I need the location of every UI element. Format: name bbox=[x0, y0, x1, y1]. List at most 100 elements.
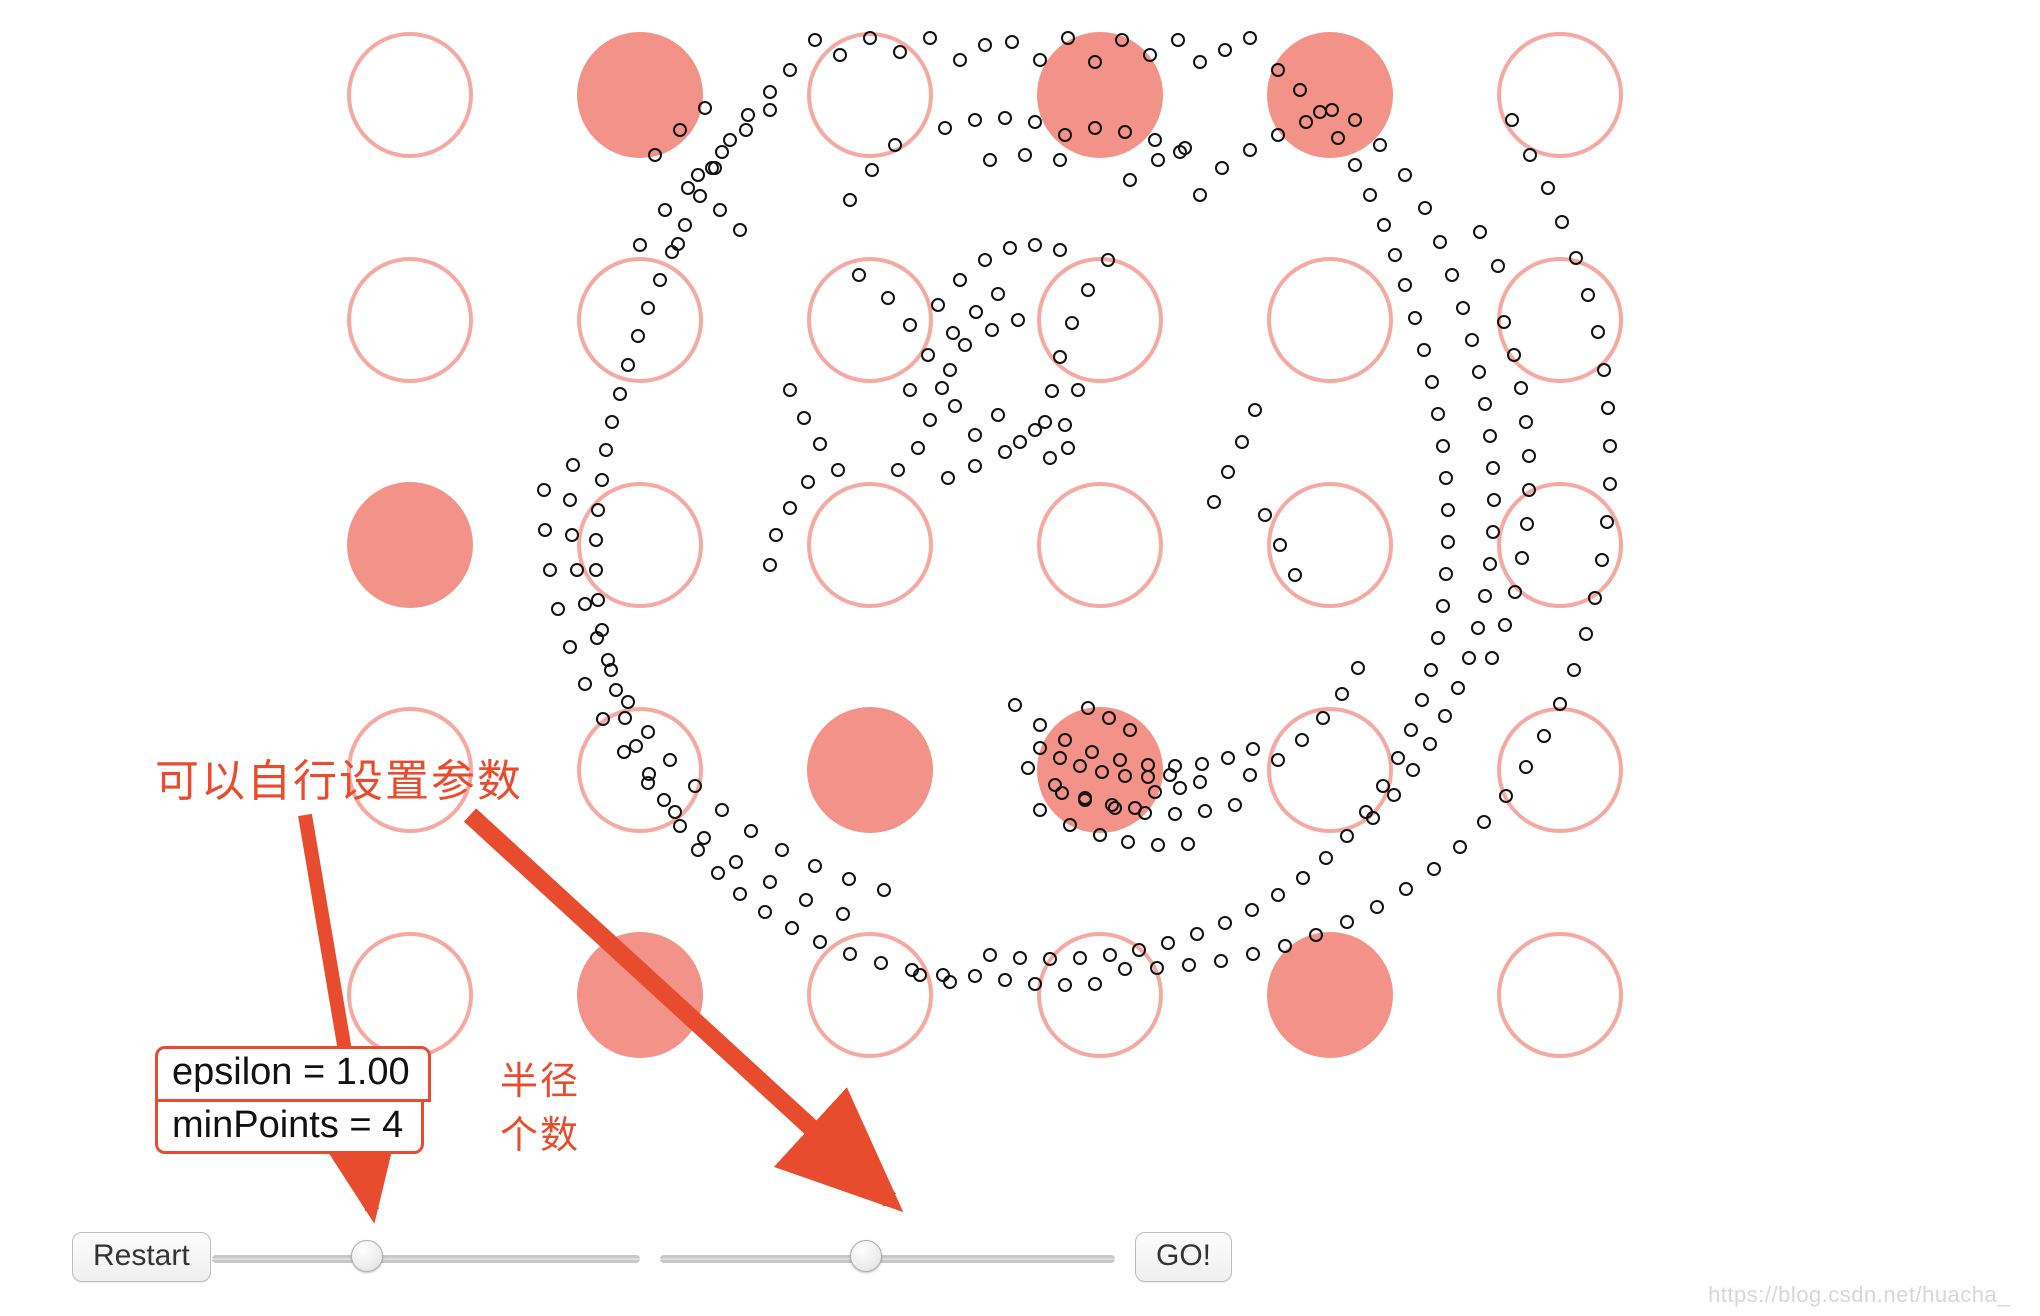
data-point bbox=[833, 48, 847, 62]
data-point bbox=[591, 593, 605, 607]
data-point bbox=[1508, 585, 1522, 599]
epsilon-slider[interactable] bbox=[212, 1248, 640, 1268]
data-point bbox=[978, 253, 992, 267]
data-point bbox=[1221, 751, 1235, 765]
eps-circle bbox=[1497, 32, 1623, 158]
data-point bbox=[1101, 253, 1115, 267]
data-point bbox=[1537, 729, 1551, 743]
data-point bbox=[691, 168, 705, 182]
data-point bbox=[1033, 718, 1047, 732]
minpoints-slider[interactable] bbox=[660, 1248, 1115, 1268]
data-point bbox=[978, 38, 992, 52]
data-point bbox=[1427, 862, 1441, 876]
data-point bbox=[1081, 283, 1095, 297]
data-point bbox=[1105, 798, 1119, 812]
slider-thumb[interactable] bbox=[351, 1240, 383, 1272]
data-point bbox=[1058, 978, 1072, 992]
data-point bbox=[1053, 751, 1067, 765]
data-point bbox=[913, 968, 927, 982]
data-point bbox=[1478, 589, 1492, 603]
go-button[interactable]: GO! bbox=[1135, 1232, 1232, 1282]
data-point bbox=[604, 663, 618, 677]
data-point bbox=[1228, 798, 1242, 812]
data-point bbox=[1441, 503, 1455, 517]
data-point bbox=[705, 161, 719, 175]
data-point bbox=[1478, 397, 1492, 411]
data-point bbox=[1423, 737, 1437, 751]
data-point bbox=[1335, 687, 1349, 701]
data-point bbox=[1243, 768, 1257, 782]
data-point bbox=[1441, 535, 1455, 549]
data-point bbox=[537, 483, 551, 497]
data-point bbox=[865, 163, 879, 177]
data-point bbox=[1497, 315, 1511, 329]
data-point bbox=[711, 866, 725, 880]
data-point bbox=[1418, 201, 1432, 215]
data-point bbox=[1473, 225, 1487, 239]
data-point bbox=[1065, 316, 1079, 330]
data-point bbox=[1431, 631, 1445, 645]
data-point bbox=[1207, 495, 1221, 509]
data-point bbox=[1408, 311, 1422, 325]
data-point bbox=[1143, 48, 1157, 62]
data-point bbox=[1519, 760, 1533, 774]
data-point bbox=[1246, 947, 1260, 961]
data-point bbox=[1235, 435, 1249, 449]
minpoints-annotation-label: 个数 bbox=[500, 1104, 580, 1159]
data-point bbox=[591, 503, 605, 517]
data-point bbox=[1288, 568, 1302, 582]
data-point bbox=[1316, 711, 1330, 725]
watermark: https://blog.csdn.net/huacha_ bbox=[1708, 1282, 2010, 1308]
data-point bbox=[1008, 698, 1022, 712]
restart-button[interactable]: Restart bbox=[72, 1232, 211, 1282]
data-point bbox=[1151, 838, 1165, 852]
data-point bbox=[921, 348, 935, 362]
data-point bbox=[1132, 943, 1146, 957]
data-point bbox=[596, 712, 610, 726]
data-point bbox=[874, 956, 888, 970]
data-point bbox=[1603, 439, 1617, 453]
data-point bbox=[1377, 218, 1391, 232]
data-point bbox=[1178, 141, 1192, 155]
data-point bbox=[1438, 709, 1452, 723]
data-point bbox=[1391, 751, 1405, 765]
eps-circle-core bbox=[577, 32, 703, 158]
data-point bbox=[589, 563, 603, 577]
data-point bbox=[1043, 451, 1057, 465]
data-point bbox=[590, 631, 604, 645]
data-point bbox=[1436, 439, 1450, 453]
data-point bbox=[1088, 977, 1102, 991]
data-point bbox=[1053, 153, 1067, 167]
data-point bbox=[769, 528, 783, 542]
data-point bbox=[1218, 916, 1232, 930]
data-point bbox=[1215, 161, 1229, 175]
eps-circle bbox=[1037, 482, 1163, 608]
data-point bbox=[1021, 761, 1035, 775]
data-point bbox=[1477, 815, 1491, 829]
slider-thumb[interactable] bbox=[850, 1240, 882, 1272]
data-point bbox=[678, 218, 692, 232]
data-point bbox=[1404, 723, 1418, 737]
data-point bbox=[688, 779, 702, 793]
data-point bbox=[998, 111, 1012, 125]
data-point bbox=[1471, 621, 1485, 635]
data-point bbox=[1103, 948, 1117, 962]
data-point bbox=[1246, 742, 1260, 756]
data-point bbox=[783, 501, 797, 515]
data-point bbox=[1340, 829, 1354, 843]
data-point bbox=[1013, 951, 1027, 965]
data-point bbox=[595, 473, 609, 487]
data-point bbox=[1319, 851, 1333, 865]
data-point bbox=[1055, 786, 1069, 800]
eps-circle bbox=[1267, 257, 1393, 383]
data-point bbox=[1113, 753, 1127, 767]
data-point bbox=[1102, 711, 1116, 725]
data-point bbox=[1141, 770, 1155, 784]
data-point bbox=[693, 189, 707, 203]
data-point bbox=[1388, 248, 1402, 262]
data-point bbox=[1073, 759, 1087, 773]
data-point bbox=[911, 441, 925, 455]
data-point bbox=[1182, 958, 1196, 972]
data-point bbox=[1121, 835, 1135, 849]
data-point bbox=[1601, 401, 1615, 415]
